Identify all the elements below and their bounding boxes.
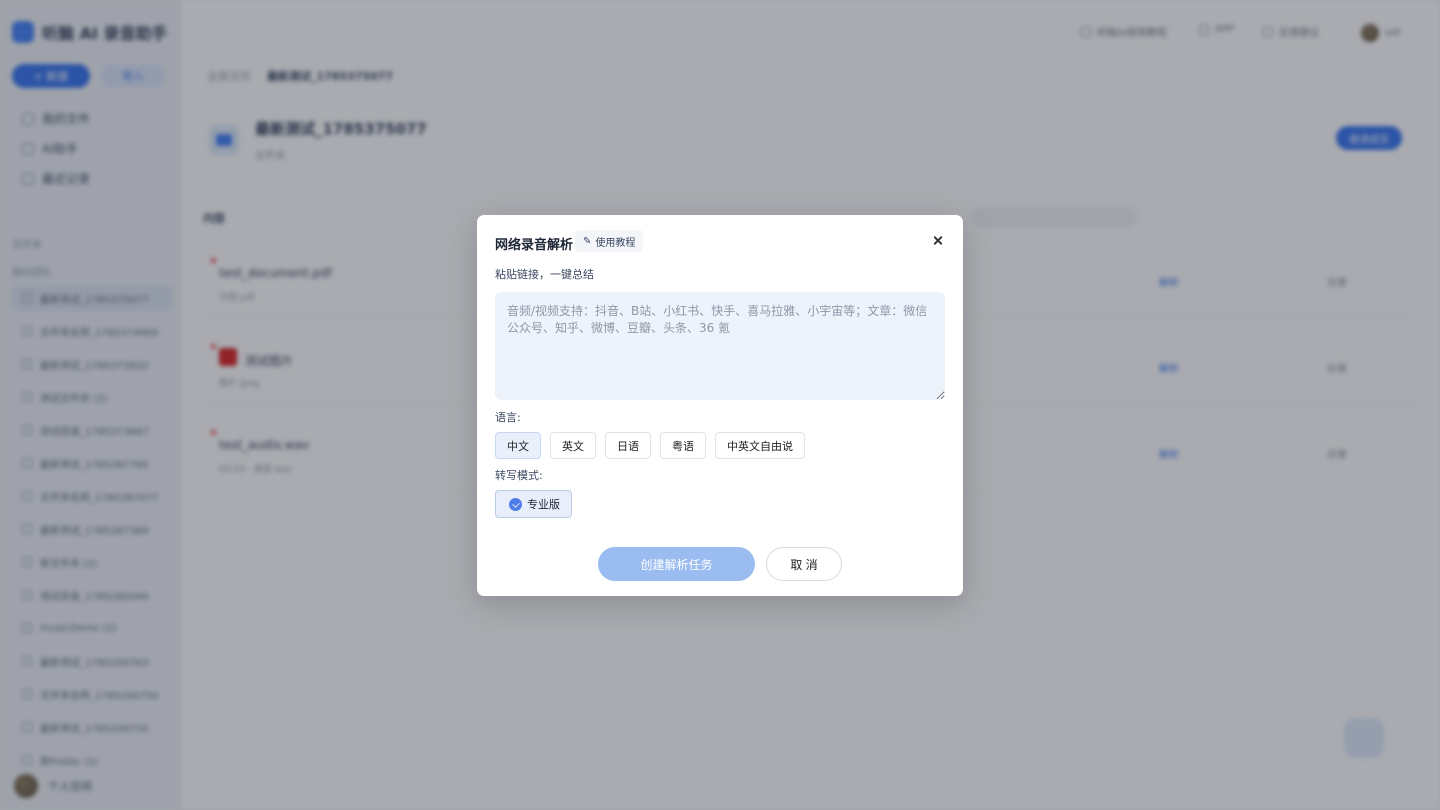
language-label: 语言: bbox=[495, 411, 521, 424]
language-option-japanese[interactable]: 日语 bbox=[605, 432, 651, 459]
transcription-mode-label: 转写模式: bbox=[495, 469, 543, 482]
pencil-icon: ✎ bbox=[583, 235, 592, 247]
language-option-english[interactable]: 英文 bbox=[550, 432, 596, 459]
language-option-cantonese[interactable]: 粤语 bbox=[660, 432, 706, 459]
verified-shield-icon bbox=[509, 497, 522, 511]
mode-option-label: 专业版 bbox=[527, 498, 560, 511]
link-input[interactable] bbox=[495, 292, 945, 400]
language-options: 中文 英文 日语 粤语 中英文自由说 bbox=[495, 432, 805, 459]
create-parse-task-button[interactable]: 创建解析任务 bbox=[598, 547, 755, 581]
mode-option-professional[interactable]: 专业版 bbox=[495, 490, 572, 518]
close-icon[interactable] bbox=[930, 233, 946, 249]
dialog-subtitle: 粘贴链接，一键总结 bbox=[495, 268, 594, 281]
language-option-mixed[interactable]: 中英文自由说 bbox=[715, 432, 805, 459]
network-recording-parse-dialog: 网络录音解析 ✎ 使用教程 粘贴链接，一键总结 语言: 中文 英文 日语 粤语 … bbox=[477, 215, 963, 596]
cancel-button[interactable]: 取 消 bbox=[766, 547, 842, 581]
tutorial-label: 使用教程 bbox=[595, 237, 636, 249]
dialog-title: 网络录音解析 bbox=[495, 238, 574, 253]
tutorial-link[interactable]: ✎ 使用教程 bbox=[575, 230, 644, 252]
language-option-chinese[interactable]: 中文 bbox=[495, 432, 541, 459]
